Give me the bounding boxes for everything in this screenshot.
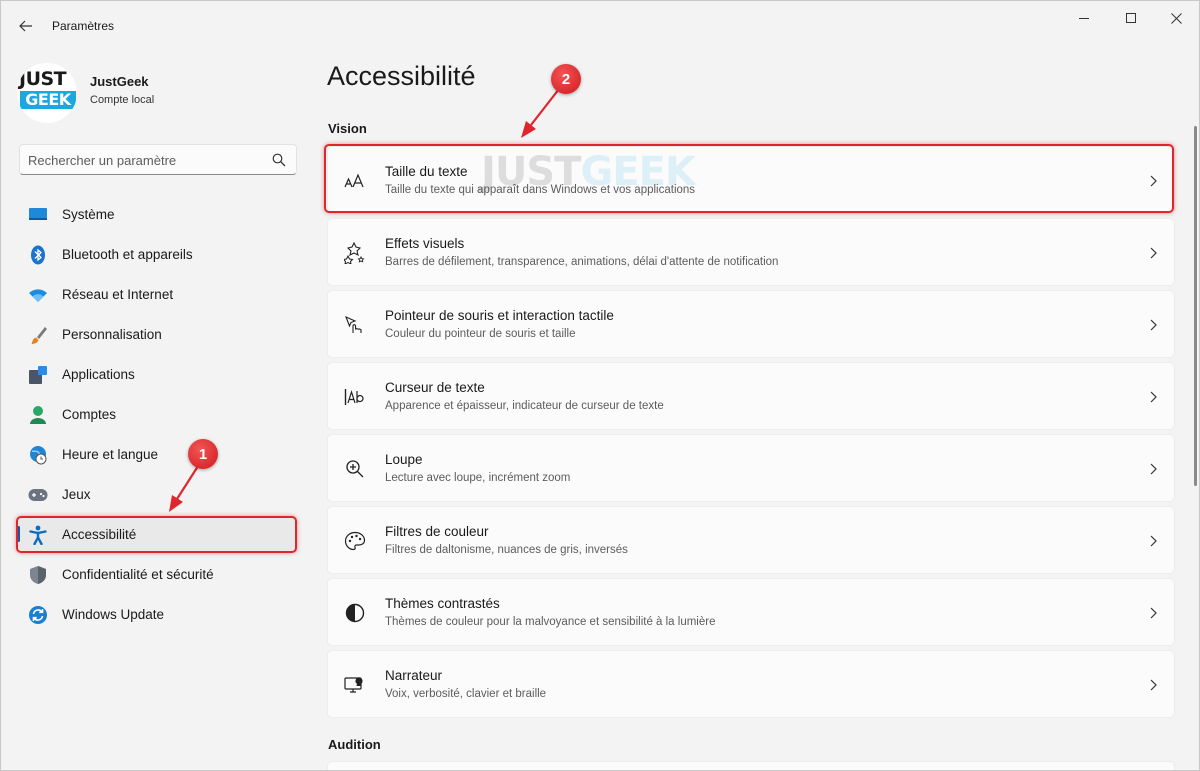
brush-icon: [28, 325, 48, 345]
settings-card-filtres-couleur[interactable]: Filtres de couleur Filtres de daltonisme…: [327, 506, 1175, 574]
annotation-badge-1: 1: [188, 439, 218, 469]
back-button[interactable]: [11, 13, 41, 39]
card-title: Pointeur de souris et interaction tactil…: [385, 308, 614, 323]
settings-card-loupe[interactable]: Loupe Lecture avec loupe, incrément zoom: [327, 434, 1175, 502]
close-icon: [1170, 12, 1182, 24]
sidebar-nav: Système Bluetooth et appareils Réseau et…: [17, 196, 297, 636]
app-title: Paramètres: [52, 19, 115, 33]
shield-icon: [28, 565, 48, 585]
search-box[interactable]: [19, 144, 297, 175]
card-description: Thèmes de couleur pour la malvoyance et …: [385, 616, 716, 628]
chevron-right-icon: [1150, 391, 1157, 403]
logo-geek-text: GEEK: [20, 91, 76, 109]
card-description: Barres de défilement, transparence, anim…: [385, 256, 779, 268]
search-input[interactable]: [28, 150, 268, 170]
card-description: Apparence et épaisseur, indicateur de cu…: [385, 400, 664, 412]
chevron-right-icon: [1150, 247, 1157, 259]
wifi-icon: [28, 285, 48, 305]
update-icon: [28, 605, 48, 625]
annotation-arrow-2: [530, 88, 560, 126]
bluetooth-icon: [28, 245, 48, 265]
annotation-arrowhead-2: [521, 121, 536, 138]
page-title: Accessibilité: [327, 61, 476, 91]
sidebar-item-label: Jeux: [62, 487, 91, 502]
chevron-right-icon: [1150, 319, 1157, 331]
title-bar: Paramètres: [1, 1, 1199, 51]
scrollbar-thumb[interactable]: [1194, 126, 1197, 486]
text-cursor-icon: [344, 387, 366, 407]
section-title-vision: Vision: [328, 121, 367, 136]
monitor-icon: [28, 205, 48, 225]
card-title: Loupe: [385, 452, 423, 467]
search-icon[interactable]: [272, 153, 286, 167]
settings-card-audition-partial[interactable]: [327, 761, 1175, 770]
sidebar-item-label: Heure et langue: [62, 447, 159, 462]
annotation-highlight-accessibilite: [16, 516, 297, 553]
visual-effects-icon: [344, 242, 366, 264]
mouse-pointer-icon: [344, 315, 366, 335]
card-description: Lecture avec loupe, incrément zoom: [385, 472, 571, 484]
account-icon: [28, 405, 48, 425]
card-description: Voix, verbosité, clavier et braille: [385, 688, 547, 700]
logo-just-text: JUST: [19, 68, 67, 90]
sidebar-item-label: Bluetooth et appareils: [62, 247, 193, 262]
apps-icon: [28, 365, 48, 385]
card-description: Filtres de daltonisme, nuances de gris, …: [385, 544, 628, 556]
settings-card-narrateur[interactable]: Narrateur Voix, verbosité, clavier et br…: [327, 650, 1175, 718]
sidebar-item-label: Windows Update: [62, 607, 165, 622]
card-title: Curseur de texte: [385, 380, 485, 395]
minimize-button[interactable]: [1061, 1, 1107, 35]
sidebar-item-systeme[interactable]: Système: [17, 196, 297, 232]
narrator-icon: [344, 675, 366, 695]
settings-card-effets-visuels[interactable]: Effets visuels Barres de défilement, tra…: [327, 218, 1175, 286]
annotation-badge-2: 2: [551, 64, 581, 94]
sidebar-item-label: Réseau et Internet: [62, 287, 174, 302]
card-title: Narrateur: [385, 668, 443, 683]
sidebar-item-label: Applications: [62, 367, 135, 382]
sidebar-item-label: Système: [62, 207, 115, 222]
sidebar-item-bluetooth[interactable]: Bluetooth et appareils: [17, 236, 297, 272]
sidebar-item-applications[interactable]: Applications: [17, 356, 297, 392]
sidebar-item-jeux[interactable]: Jeux: [17, 476, 297, 512]
back-arrow-icon: [19, 20, 32, 32]
magnifier-icon: [344, 459, 366, 479]
minimize-icon: [1078, 17, 1089, 19]
chevron-right-icon: [1150, 679, 1157, 691]
sidebar-item-heure[interactable]: Heure et langue: [17, 436, 297, 472]
settings-card-themes-contrastes[interactable]: Thèmes contrastés Thèmes de couleur pour…: [327, 578, 1175, 646]
gamepad-icon: [28, 485, 48, 505]
chevron-right-icon: [1150, 607, 1157, 619]
sidebar-item-confidentialite[interactable]: Confidentialité et sécurité: [17, 556, 297, 592]
settings-card-curseur-texte[interactable]: Curseur de texte Apparence et épaisseur,…: [327, 362, 1175, 430]
annotation-highlight-taille-texte: [324, 144, 1174, 213]
section-title-audition: Audition: [328, 737, 381, 752]
sidebar-item-label: Comptes: [62, 407, 117, 422]
card-title: Effets visuels: [385, 236, 465, 251]
settings-card-pointeur-souris[interactable]: Pointeur de souris et interaction tactil…: [327, 290, 1175, 358]
avatar[interactable]: JUST GEEK: [17, 63, 77, 123]
sidebar-item-windows-update[interactable]: Windows Update: [17, 596, 297, 632]
maximize-icon: [1125, 12, 1136, 23]
card-title: Thèmes contrastés: [385, 596, 500, 611]
sidebar-item-label: Personnalisation: [62, 327, 162, 342]
profile-name: JustGeek: [90, 74, 149, 89]
sidebar-item-comptes[interactable]: Comptes: [17, 396, 297, 432]
settings-window: Paramètres JUST GEEK JustGeek Compte loc…: [0, 0, 1200, 771]
card-description: Couleur du pointeur de souris et taille: [385, 328, 576, 340]
sidebar-item-personnalisation[interactable]: Personnalisation: [17, 316, 297, 352]
color-palette-icon: [344, 531, 366, 551]
close-button[interactable]: [1153, 1, 1199, 35]
sidebar-item-reseau[interactable]: Réseau et Internet: [17, 276, 297, 312]
sidebar-item-label: Confidentialité et sécurité: [62, 567, 214, 582]
chevron-right-icon: [1150, 535, 1157, 547]
card-title: Filtres de couleur: [385, 524, 489, 539]
maximize-button[interactable]: [1108, 1, 1154, 35]
chevron-right-icon: [1150, 463, 1157, 475]
globe-clock-icon: [28, 445, 48, 465]
contrast-icon: [344, 603, 366, 623]
profile-account-type: Compte local: [90, 94, 155, 106]
